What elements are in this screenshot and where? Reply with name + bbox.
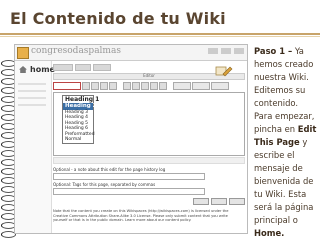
toolbar-wide-button[interactable] [211, 82, 229, 90]
tags-input[interactable] [53, 188, 205, 195]
sidebar-line[interactable] [18, 90, 46, 92]
editor-toolbar [53, 82, 245, 90]
wiki-header: congresodaspalmas [15, 45, 247, 61]
list-button[interactable] [123, 82, 131, 90]
spiral-binding [1, 60, 16, 240]
editor-bar-label: Editor [143, 73, 155, 78]
editor-status-bar [53, 157, 245, 164]
format-dropdown[interactable]: Heading 1 Heading 2 Heading 3 Heading 4 … [62, 95, 99, 145]
header-links [208, 48, 244, 54]
title-rule-secondary [0, 36, 320, 37]
save-button[interactable] [193, 198, 209, 205]
format-option-selected[interactable]: Heading 2 [63, 103, 96, 110]
list-button[interactable] [132, 82, 140, 90]
header-link[interactable] [221, 48, 231, 54]
editor-tab[interactable] [53, 63, 73, 71]
site-logo-icon [17, 47, 29, 59]
wiki-editor: Editor Heading 1 Heading 2 Heading 3 Hea… [53, 63, 245, 223]
widget-button[interactable] [159, 82, 167, 90]
bold-button[interactable] [82, 82, 90, 90]
step-label: Paso 1 – [254, 46, 293, 56]
format-option[interactable]: Normal [63, 137, 93, 143]
editor-actions [53, 198, 245, 205]
home-nav[interactable]: home [19, 65, 55, 74]
wiki-sidebar: home [15, 61, 55, 233]
header-link[interactable] [234, 48, 244, 54]
sidebar-line[interactable] [18, 97, 46, 99]
preview-button[interactable] [211, 198, 227, 205]
cancel-button[interactable] [229, 198, 245, 205]
link-button[interactable] [141, 82, 149, 90]
format-select[interactable] [53, 82, 81, 90]
instruction-line-2: y escribe el mensaje de bienvenida de tu… [254, 137, 314, 225]
instruction-text: Paso 1 – Ya hemos creado nuestra Wiki. E… [254, 45, 318, 240]
format-option[interactable]: Heading 1 [63, 96, 99, 103]
editor-tab[interactable] [75, 63, 91, 71]
sidebar-line[interactable] [18, 83, 46, 85]
sidebar-nav-lines [18, 83, 46, 111]
home-icon [19, 66, 27, 73]
edit-comment-label: Optional - a note about this edit for th… [53, 167, 166, 172]
editor-content-area[interactable]: Heading 1 Heading 2 Heading 3 Heading 4 … [53, 92, 245, 156]
tags-label: Optional: Tags for this page, separated … [53, 182, 156, 187]
embedded-wiki-screenshot: congresodaspalmas home Editor Heading 1 … [14, 44, 248, 234]
home-label: home [30, 65, 55, 74]
title-rule [0, 33, 320, 35]
edit-comment-input[interactable] [53, 173, 205, 180]
license-note: Note that the content you create on this… [53, 209, 229, 223]
edit-page-icon[interactable] [215, 65, 233, 77]
underline-button[interactable] [100, 82, 108, 90]
site-logo-text[interactable]: congresodaspalmas [31, 46, 121, 56]
italic-button[interactable] [91, 82, 99, 90]
sidebar-line[interactable] [18, 104, 46, 106]
toolbar-wide-button[interactable] [192, 82, 210, 90]
home-link: Home. [254, 228, 285, 238]
image-button[interactable] [150, 82, 158, 90]
editor-tab[interactable] [93, 63, 111, 71]
color-button[interactable] [109, 82, 117, 90]
instruction-line-1: Ya hemos creado nuestra Wiki. Editemos s… [254, 46, 315, 134]
slide-title: El Contenido de tu Wiki [10, 9, 226, 28]
toolbar-wide-button[interactable] [173, 82, 191, 90]
header-link[interactable] [208, 48, 218, 54]
